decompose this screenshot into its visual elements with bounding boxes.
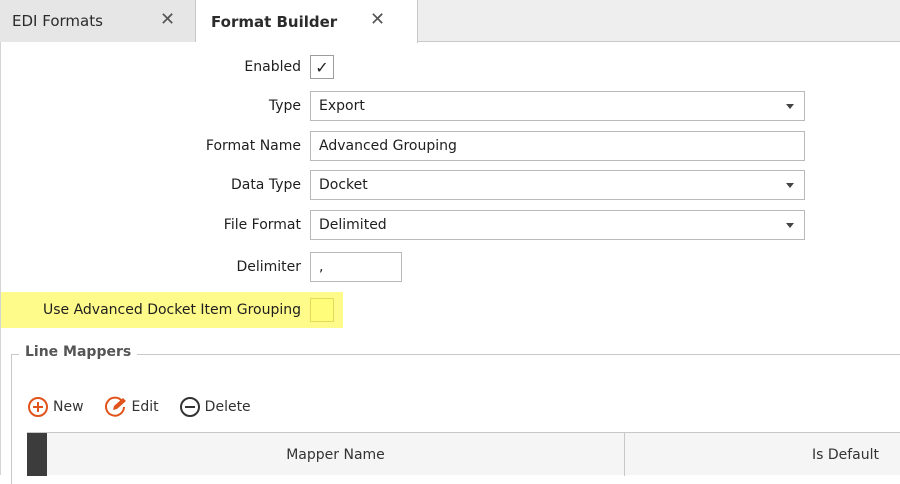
data-type-dropdown[interactable]: Docket [310,170,805,200]
close-icon[interactable]: ✕ [370,11,385,29]
new-button[interactable]: New [27,396,84,418]
edit-button[interactable]: Edit [104,396,159,418]
tab-edi-formats[interactable]: EDI Formats ✕ [0,0,196,42]
divider [11,354,900,355]
data-type-label: Data Type [230,177,301,193]
format-name-value: Advanced Grouping [319,138,457,154]
file-format-value: Delimited [319,217,387,233]
enabled-checkbox[interactable]: ✓ [310,55,334,79]
delimiter-value: , [319,259,324,275]
edit-button-label: Edit [131,399,159,415]
type-value: Export [319,98,365,114]
check-icon: ✓ [315,57,329,77]
format-name-input[interactable]: Advanced Grouping [310,131,805,161]
data-type-label-cell: Data Type [1,170,301,200]
minus-circle-icon [179,397,200,417]
edit-pencil-icon [104,396,126,417]
type-dropdown[interactable]: Export [310,91,805,121]
chevron-down-icon[interactable] [786,183,794,188]
tab-label: EDI Formats [12,12,103,30]
chevron-down-icon[interactable] [786,223,794,228]
advanced-grouping-highlight: Use Advanced Docket Item Grouping [1,292,343,328]
enabled-label-cell: Enabled [1,52,301,82]
chevron-down-icon[interactable] [786,104,794,109]
delimiter-input[interactable]: , [310,252,402,282]
new-button-label: New [53,399,84,415]
group-title: Line Mappers [19,344,138,360]
column-header-mapper-name[interactable]: Mapper Name [47,433,625,476]
advanced-grouping-checkbox[interactable] [310,298,334,322]
file-format-label: File Format [223,217,301,233]
file-format-label-cell: File Format [1,210,301,240]
line-mappers-grid: Mapper Name Is Default [27,432,900,476]
tab-label: Format Builder [211,12,338,31]
line-mappers-toolbar: New Edit Delete [27,394,271,420]
delete-button[interactable]: Delete [179,396,251,418]
type-label-cell: Type [1,91,301,121]
type-label: Type [268,98,301,114]
data-type-value: Docket [319,177,368,193]
file-format-dropdown[interactable]: Delimited [310,210,805,240]
row-indicator-column [27,433,47,476]
plus-circle-icon [28,397,48,417]
enabled-label: Enabled [244,59,301,75]
format-name-label-cell: Format Name [1,131,301,161]
tab-strip: EDI Formats ✕ Format Builder ✕ [0,0,900,43]
divider [11,354,12,484]
close-icon[interactable]: ✕ [160,11,175,29]
delete-button-label: Delete [204,399,251,415]
delimiter-label: Delimiter [236,259,301,275]
advanced-grouping-label-cell: Use Advanced Docket Item Grouping [1,295,301,325]
column-header-is-default[interactable]: Is Default [625,433,900,476]
format-builder-panel: Enabled ✓ Type Export Format Name Advanc… [0,42,900,484]
tab-format-builder[interactable]: Format Builder ✕ [196,0,418,43]
advanced-grouping-label: Use Advanced Docket Item Grouping [42,302,301,318]
delimiter-label-cell: Delimiter [1,252,301,282]
format-name-label: Format Name [205,138,301,154]
